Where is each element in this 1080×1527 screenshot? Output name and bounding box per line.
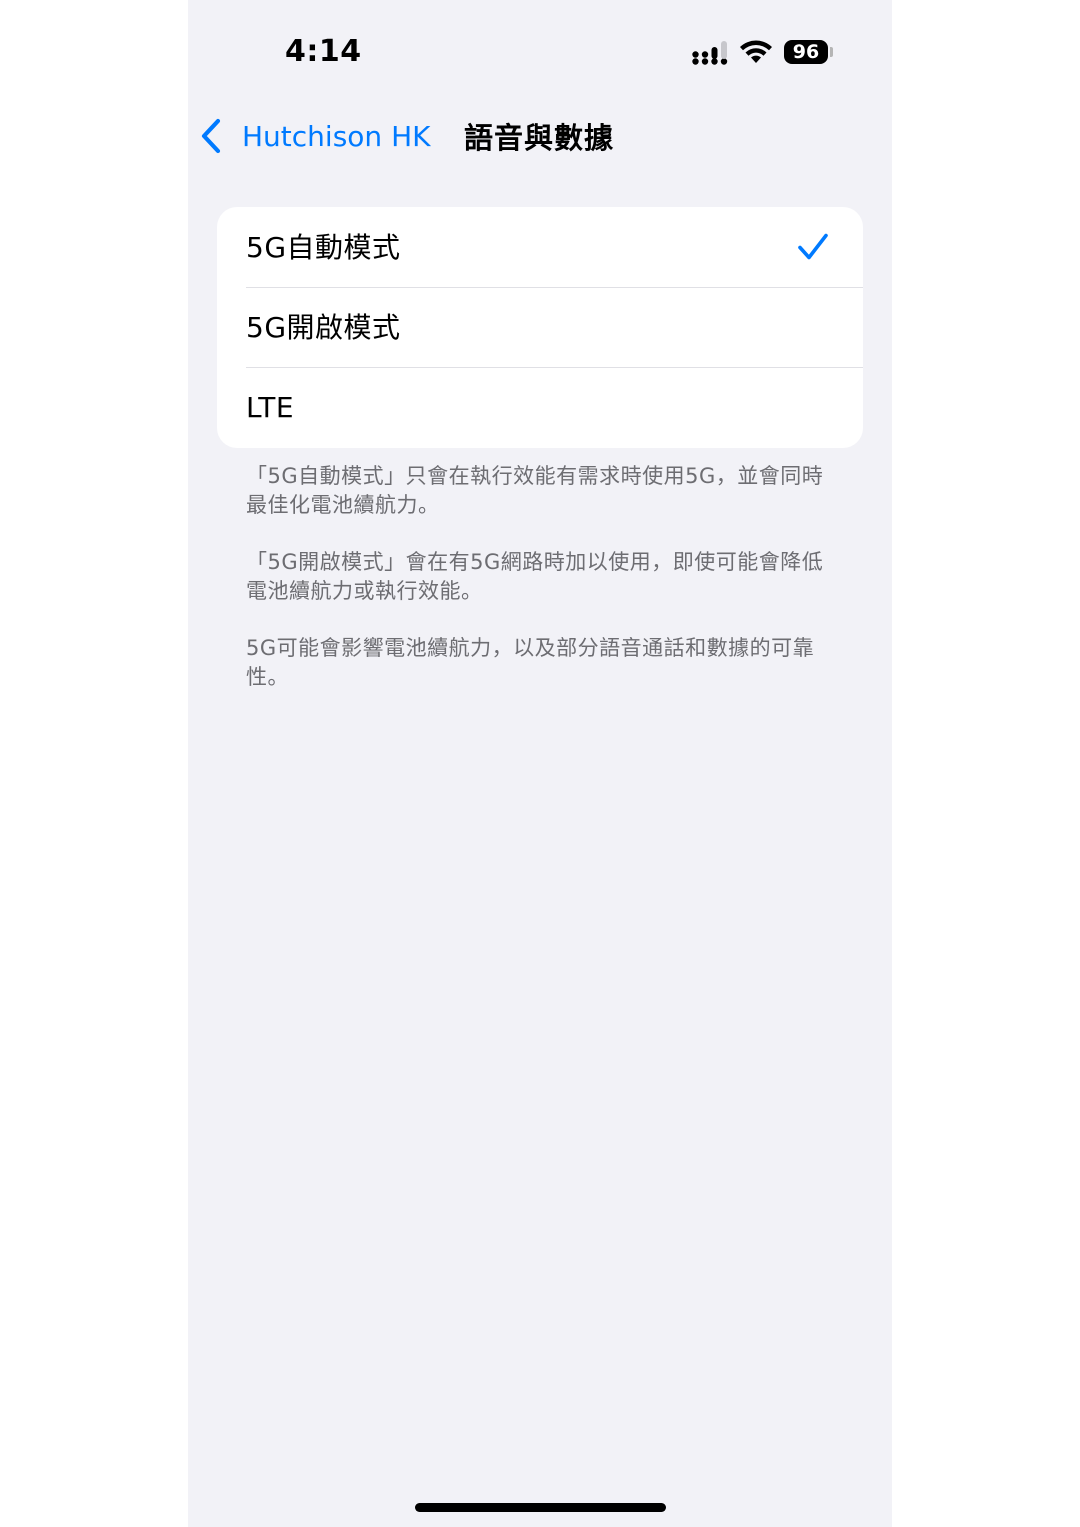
battery-indicator: 96: [784, 40, 828, 64]
chevron-left-icon: [201, 118, 221, 154]
page-title: 語音與數據: [464, 121, 615, 155]
network-mode-list: 5G自動模式 5G開啟模式 LTE: [217, 207, 863, 448]
option-label: LTE: [246, 391, 295, 424]
phone-screen: 4:14 96 Hutchison HK 語音與數據 5G自動模式 5G開啟模式…: [188, 0, 892, 1527]
option-label: 5G開啟模式: [246, 311, 401, 344]
status-time: 4:14: [285, 34, 362, 69]
cellular-signal-icon: [692, 41, 728, 65]
checkmark-icon: [798, 233, 828, 260]
option-5g-auto[interactable]: 5G自動模式: [217, 207, 863, 287]
battery-nub: [830, 47, 833, 57]
footnote-5g-on: 「5G開啟模式」會在有5G網路時加以使用，即使可能會降低電池續航力或執行效能。: [246, 550, 824, 603]
option-5g-on[interactable]: 5G開啟模式: [217, 287, 863, 367]
footnote-5g-auto: 「5G自動模式」只會在執行效能有需求時使用5G，並會同時最佳化電池續航力。: [246, 464, 824, 517]
back-button-label: Hutchison HK: [242, 119, 431, 153]
option-lte[interactable]: LTE: [217, 367, 863, 447]
wifi-icon: [740, 40, 772, 63]
footnote-5g-battery: 5G可能會影響電池續航力，以及部分語音通話和數據的可靠性。: [246, 636, 815, 689]
back-button[interactable]: Hutchison HK: [200, 112, 430, 160]
home-indicator[interactable]: [415, 1503, 666, 1512]
option-label: 5G自動模式: [246, 231, 401, 264]
